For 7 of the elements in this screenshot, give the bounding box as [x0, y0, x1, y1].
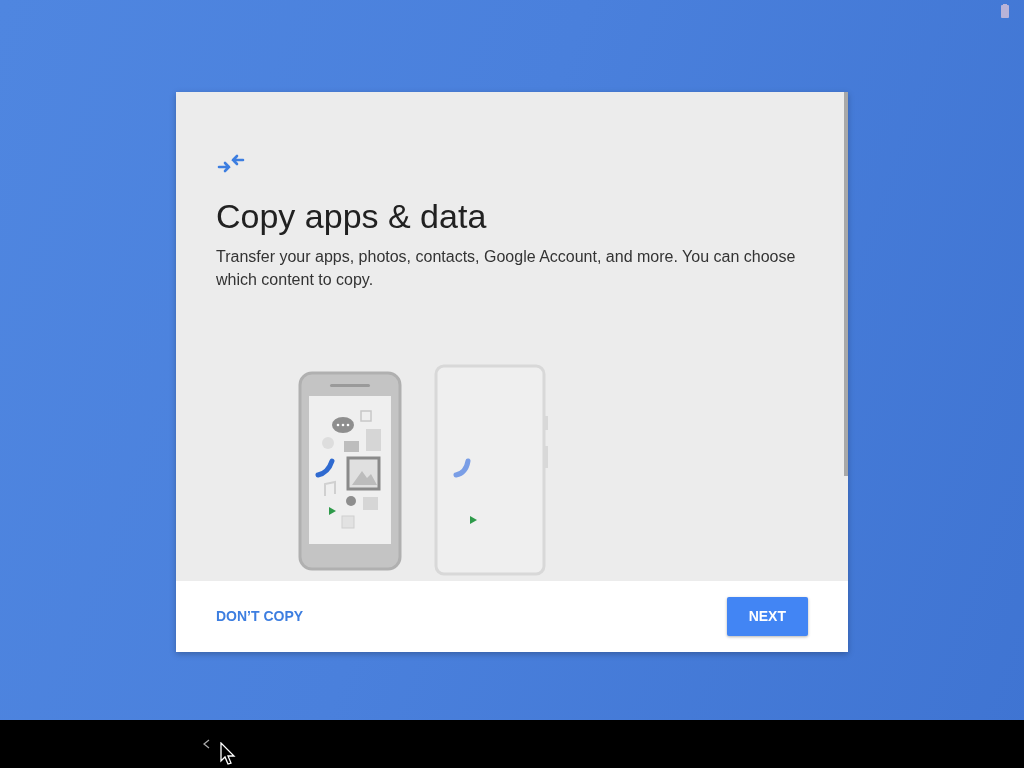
dont-copy-button[interactable]: DON’T COPY — [216, 597, 304, 635]
back-icon[interactable] — [203, 739, 210, 749]
scrollbar[interactable] — [844, 92, 848, 476]
dialog-title: Copy apps & data — [216, 196, 488, 237]
dialog-description: Transfer your apps, photos, contacts, Google Account, and more. You can choose which content to copy. — [216, 246, 796, 290]
battery-icon — [1001, 4, 1009, 18]
next-button[interactable]: NEXT — [726, 596, 808, 636]
